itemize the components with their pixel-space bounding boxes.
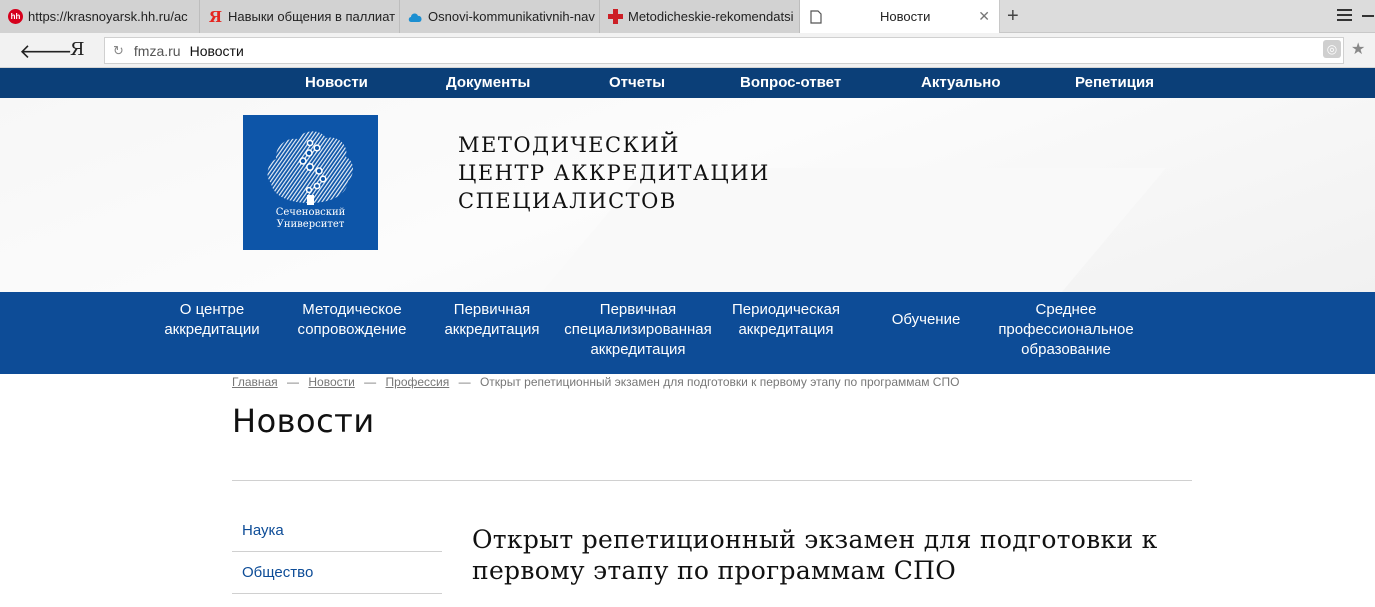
browser-tab-active[interactable]: Новости ✕ bbox=[800, 0, 1000, 33]
tab-title: Новости bbox=[880, 9, 931, 24]
top-nav-news[interactable]: Новости bbox=[305, 74, 368, 91]
url-field[interactable]: ↻ fmza.ru Новости bbox=[104, 37, 1344, 64]
browser-tab[interactable]: Metodicheskie-rekomendatsi bbox=[600, 0, 800, 33]
site-title: МЕТОДИЧЕСКИЙ ЦЕНТР АККРЕДИТАЦИИ СПЕЦИАЛИ… bbox=[458, 131, 770, 215]
article-title: Открыт репетиционный экзамен для подгото… bbox=[472, 525, 1158, 585]
site-title-line-2: ЦЕНТР АККРЕДИТАЦИИ bbox=[458, 161, 770, 185]
breadcrumb-separator: — bbox=[458, 375, 471, 389]
breadcrumb: Главная — Новости — Профессия — Открыт р… bbox=[232, 375, 959, 389]
globe-icon[interactable]: ◎ bbox=[1323, 40, 1341, 58]
browser-tab[interactable]: Я Навыки общения в паллиат bbox=[200, 0, 400, 33]
yandex-icon: Я bbox=[208, 7, 223, 26]
top-nav-faq[interactable]: Вопрос-ответ bbox=[740, 74, 841, 91]
tab-title: Навыки общения в паллиат bbox=[228, 9, 396, 24]
divider bbox=[232, 480, 1192, 481]
logo-line-2: Университет bbox=[276, 219, 345, 230]
breadcrumb-profession[interactable]: Профессия bbox=[386, 375, 450, 389]
sidebar-item-society[interactable]: Общество bbox=[232, 552, 442, 594]
hh-icon: hh bbox=[8, 9, 23, 24]
site-title-line-1: МЕТОДИЧЕСКИЙ bbox=[458, 133, 680, 157]
main-nav-primary-accreditation[interactable]: Первичная аккредитация bbox=[422, 300, 562, 340]
site-header: Сеченовский Университет МЕТОДИЧЕСКИЙ ЦЕН… bbox=[0, 98, 1375, 292]
bookmark-star-icon[interactable]: ★ bbox=[1351, 39, 1365, 59]
browser-tab[interactable]: hh https://krasnoyarsk.hh.ru/ac bbox=[0, 0, 200, 33]
address-bar: 🡐 Я ↻ fmza.ru Новости bbox=[0, 33, 1375, 68]
top-nav-actual[interactable]: Актуально bbox=[921, 74, 1001, 91]
top-navigation: Новости Документы Отчеты Вопрос-ответ Ак… bbox=[0, 68, 1375, 98]
close-tab-icon[interactable]: ✕ bbox=[978, 8, 990, 25]
sidebar-item-science[interactable]: Наука bbox=[232, 510, 442, 552]
breadcrumb-separator: — bbox=[364, 375, 377, 389]
new-tab-icon[interactable]: + bbox=[1007, 5, 1019, 28]
tab-title: Metodicheskie-rekomendatsi bbox=[628, 9, 794, 24]
tab-title: Osnovi-kommunikativnih-nav bbox=[428, 9, 595, 24]
page-icon bbox=[808, 9, 823, 24]
cloud-icon bbox=[408, 9, 423, 24]
breadcrumb-current: Открыт репетиционный экзамен для подгото… bbox=[479, 375, 960, 389]
breadcrumb-separator: — bbox=[287, 375, 300, 389]
logo-line-1: Сеченовский bbox=[275, 207, 346, 218]
university-logo[interactable]: Сеченовский Университет bbox=[243, 115, 378, 250]
main-nav-primary-specialized-accreditation[interactable]: Первичная специализированная аккредитаци… bbox=[552, 300, 724, 360]
main-nav-methodical-support[interactable]: Методическое сопровождение bbox=[282, 300, 422, 340]
reload-icon[interactable]: ↻ bbox=[113, 43, 124, 59]
site-title-line-3: СПЕЦИАЛИСТОВ bbox=[458, 189, 677, 213]
breadcrumb-home[interactable]: Главная bbox=[232, 375, 278, 389]
main-navigation: О центре аккредитации Методическое сопро… bbox=[0, 292, 1375, 374]
menu-icon[interactable] bbox=[1337, 9, 1352, 24]
browser-tab[interactable]: Osnovi-kommunikativnih-nav bbox=[400, 0, 600, 33]
cross-icon bbox=[608, 9, 623, 24]
breadcrumb-news[interactable]: Новости bbox=[308, 375, 354, 389]
main-nav-secondary-professional[interactable]: Среднее профессиональное образование bbox=[986, 300, 1146, 360]
tab-title: https://krasnoyarsk.hh.ru/ac bbox=[28, 9, 188, 24]
category-sidebar: Наука Общество bbox=[232, 510, 442, 594]
yandex-logo-icon[interactable]: Я bbox=[70, 39, 85, 60]
browser-tab-bar: hh https://krasnoyarsk.hh.ru/ac Я Навыки… bbox=[0, 0, 1375, 33]
url-domain: fmza.ru bbox=[133, 42, 181, 59]
page-title: Новости bbox=[232, 402, 375, 440]
main-nav-about-center[interactable]: О центре аккредитации bbox=[142, 300, 282, 340]
minimize-icon[interactable] bbox=[1362, 15, 1374, 17]
main-nav-education[interactable]: Обучение bbox=[856, 310, 996, 330]
url-page-title: Новости bbox=[189, 42, 244, 59]
top-nav-rehearsal[interactable]: Репетиция bbox=[1075, 74, 1154, 91]
main-nav-periodic-accreditation[interactable]: Периодическая аккредитация bbox=[716, 300, 856, 340]
top-nav-documents[interactable]: Документы bbox=[446, 74, 530, 91]
top-nav-reports[interactable]: Отчеты bbox=[609, 74, 665, 91]
back-arrow-icon[interactable]: 🡐 bbox=[19, 39, 73, 64]
